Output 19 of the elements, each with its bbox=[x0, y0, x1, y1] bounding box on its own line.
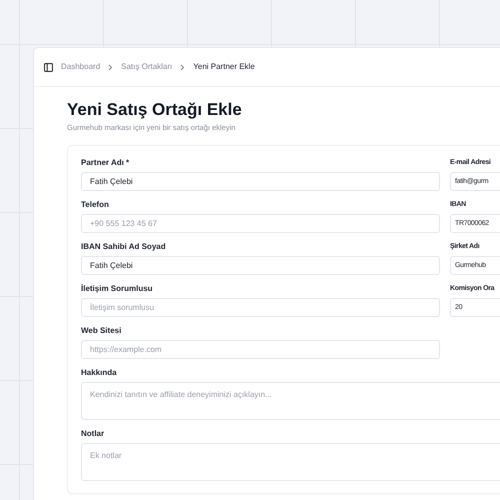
sidebar-toggle-icon[interactable] bbox=[44, 62, 53, 72]
chevron-icon bbox=[108, 64, 114, 70]
input-field[interactable]: Fatih Çelebi bbox=[81, 172, 440, 192]
breadcrumb-link[interactable]: Yeni Partner Ekle bbox=[193, 61, 255, 73]
input-field[interactable]: Fatih Çelebi bbox=[81, 256, 440, 276]
input-field[interactable]: +90 555 123 45 67 bbox=[81, 214, 440, 234]
page-title: Yeni Satış Ortağı Ekle bbox=[67, 99, 243, 121]
text-area[interactable]: Ek notlar bbox=[81, 443, 500, 482]
input-field[interactable]: https://example.com bbox=[81, 340, 440, 360]
field-label: Hakkında bbox=[81, 368, 118, 378]
field-label: Partner Adı * bbox=[81, 158, 130, 168]
chevron-icon bbox=[180, 64, 186, 70]
field-label: İletişim Sorumlusu bbox=[81, 284, 154, 294]
field-label: Notlar bbox=[81, 429, 106, 440]
field-label: IBAN Sahibi Ad Soyad bbox=[81, 242, 167, 252]
field-label: Telefon bbox=[81, 200, 110, 210]
input-field[interactable]: İletişim sorumlusu bbox=[81, 298, 440, 318]
text-area[interactable]: Kendinizi tanıtın ve affiliate deneyiminizi açıklayın... bbox=[81, 382, 500, 420]
field-label: Web Sitesi bbox=[81, 326, 122, 336]
